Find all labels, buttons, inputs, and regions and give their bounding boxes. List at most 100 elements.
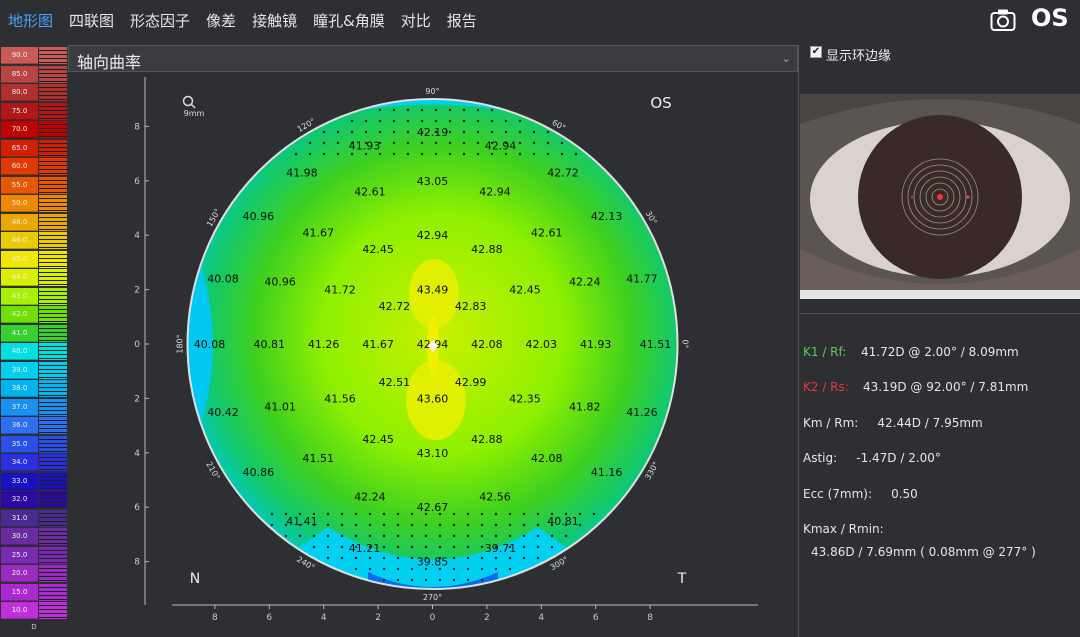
scale-label: 46.0	[1, 232, 38, 249]
tab-4[interactable]: 接触镜	[252, 10, 297, 31]
panel-divider	[798, 45, 799, 637]
mask-dot	[438, 545, 442, 549]
curvature-value: 42.94	[485, 139, 517, 152]
mask-dot	[326, 534, 330, 538]
zoom-icon[interactable]	[182, 95, 196, 109]
scale-unit: D	[31, 623, 37, 631]
camera-icon[interactable]	[990, 8, 1016, 32]
x-tick-label: 8	[212, 613, 218, 623]
chevron-down-icon: ⌄	[781, 52, 791, 65]
mask-dot	[574, 152, 578, 156]
mask-dot	[396, 556, 400, 560]
mask-dot	[508, 523, 512, 527]
mask-dot	[504, 152, 508, 156]
tab-7[interactable]: 报告	[447, 10, 477, 31]
y-tick-label: 2	[134, 394, 140, 404]
curvature-value: 42.83	[455, 300, 487, 313]
y-tick-label: 6	[134, 177, 140, 187]
mask-dot	[382, 534, 386, 538]
scale-swatch	[39, 602, 67, 619]
mask-dot	[504, 130, 508, 134]
scale-label: 65.0	[1, 139, 38, 157]
eye-side-label: OS	[1031, 4, 1069, 32]
mask-dot	[326, 523, 330, 527]
scale-label: 48.0	[1, 213, 38, 231]
mask-dot	[532, 141, 536, 145]
tab-1[interactable]: 四联图	[69, 10, 114, 31]
mask-dot	[434, 141, 438, 145]
curvature-value: 41.98	[286, 167, 318, 180]
mask-dot	[392, 141, 396, 145]
mask-dot	[564, 534, 568, 538]
mask-dot	[364, 152, 368, 156]
mask-dot	[462, 141, 466, 145]
curvature-value: 42.72	[379, 300, 411, 313]
curvature-value: 42.45	[362, 433, 394, 446]
mask-dot	[490, 108, 494, 112]
mask-dot	[536, 534, 540, 538]
mask-dot	[522, 556, 526, 560]
tab-6[interactable]: 对比	[401, 10, 431, 31]
mask-dot	[340, 545, 344, 549]
scale-swatch	[39, 546, 67, 564]
scale-label: 25.0	[1, 546, 38, 564]
scale-swatch	[39, 287, 67, 305]
kmax-label: Kmax / Rmin:	[803, 522, 884, 536]
mask-dot	[336, 130, 340, 134]
curvature-value: 40.96	[243, 210, 274, 223]
map-type-dropdown[interactable]: 轴向曲率 ⌄	[68, 45, 798, 72]
tab-3[interactable]: 像差	[206, 10, 236, 31]
curvature-value: 39.85	[417, 556, 449, 569]
mask-dot	[410, 534, 414, 538]
mask-dot	[420, 152, 424, 156]
mask-dot	[508, 534, 512, 538]
curvature-value: 42.61	[531, 226, 563, 239]
mask-dot	[350, 152, 354, 156]
curvature-value: 40.96	[264, 275, 296, 288]
curvature-value: 42.24	[354, 490, 386, 503]
x-tick-label: 8	[647, 613, 653, 623]
curvature-value: 42.03	[526, 338, 558, 351]
mask-dot	[494, 512, 498, 516]
mask-dot	[518, 141, 522, 145]
x-tick-label: 0	[430, 613, 436, 623]
mask-dot	[476, 141, 480, 145]
mask-dot	[494, 534, 498, 538]
mask-dot	[354, 512, 358, 516]
scale-swatch	[39, 398, 67, 416]
mask-dot	[434, 119, 438, 123]
mask-dot	[508, 567, 512, 571]
scale-label: 90.0	[1, 47, 38, 64]
tab-0[interactable]: 地形图	[8, 10, 53, 31]
mask-dot	[452, 534, 456, 538]
mask-dot	[476, 108, 480, 112]
scale-swatch	[39, 472, 67, 490]
scale-label: 85.0	[1, 65, 38, 83]
scale-swatch	[39, 509, 67, 527]
scale-label: 36.0	[1, 417, 38, 434]
curvature-value: 41.77	[626, 273, 658, 286]
mask-dot	[522, 523, 526, 527]
mask-dot	[392, 130, 396, 134]
mask-dot	[480, 567, 484, 571]
mask-dot	[420, 141, 424, 145]
show-rim-checkbox[interactable]: ✔	[810, 46, 822, 58]
mask-dot	[326, 545, 330, 549]
mask-dot	[382, 523, 386, 527]
mask-dot	[550, 534, 554, 538]
mask-dot	[270, 523, 274, 527]
mask-dot	[508, 512, 512, 516]
mask-dot	[518, 152, 522, 156]
tab-5[interactable]: 瞳孔&角膜	[313, 10, 385, 31]
mask-dot	[518, 130, 522, 134]
k2-value: 43.19D @ 92.00° / 7.81mm	[863, 380, 1029, 394]
mask-dot	[452, 567, 456, 571]
curvature-value: 42.88	[471, 243, 503, 256]
map-eye-label: OS	[650, 94, 671, 112]
mask-dot	[438, 578, 442, 582]
topography-map[interactable]: 886644220022446688 90°60°30°0°330°300°27…	[68, 72, 798, 637]
tab-2[interactable]: 形态因子	[130, 10, 190, 31]
mask-dot	[448, 152, 452, 156]
mask-dot	[368, 523, 372, 527]
color-scale: D 90.0 85.0 80.0 75.0 70.0 65.0 60.0 55.0 50.0 48…	[0, 45, 68, 637]
